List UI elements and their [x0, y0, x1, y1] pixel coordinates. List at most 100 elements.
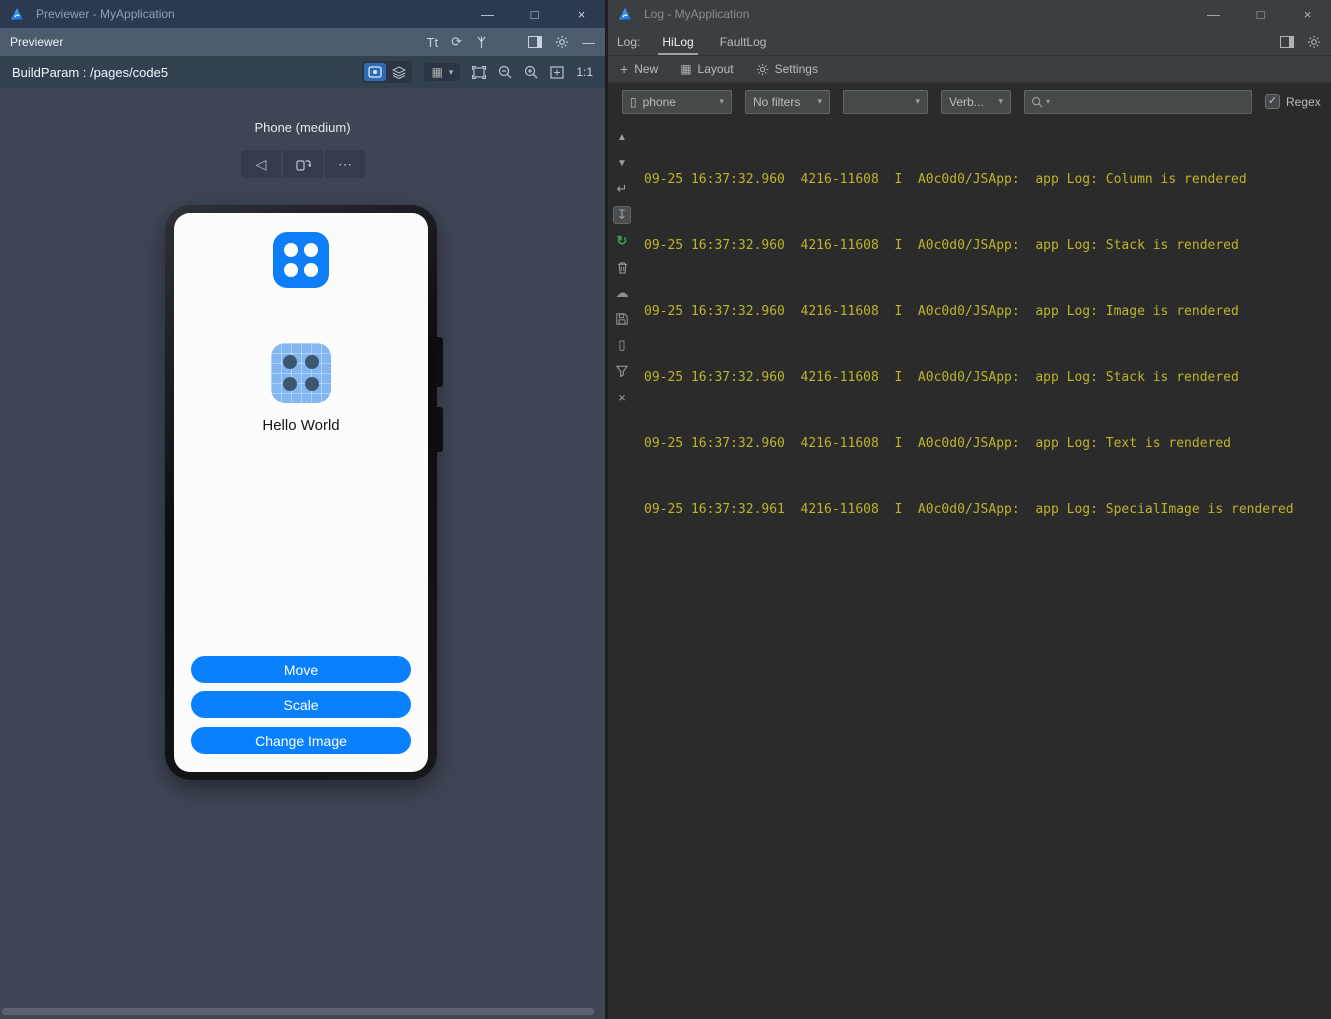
- build-param-label: BuildParam : /pages/code5: [12, 64, 169, 80]
- package-dropdown[interactable]: ▾: [843, 89, 928, 114]
- device-value: phone: [642, 94, 676, 109]
- frame-bounds-icon[interactable]: [472, 65, 487, 79]
- search-history-caret-icon: ▾: [1046, 97, 1051, 106]
- new-label: New: [634, 62, 659, 76]
- tab-previewer[interactable]: Previewer: [10, 35, 63, 49]
- snapshot-button[interactable]: ☁: [613, 284, 631, 302]
- panel-layout-icon[interactable]: [528, 36, 542, 48]
- phone-mockup: Hello World Move Scale Change Image: [165, 205, 437, 780]
- regex-checkbox[interactable]: ✓: [1265, 94, 1280, 109]
- more-icon: ⋯: [338, 155, 352, 172]
- minimize-button[interactable]: —: [1190, 0, 1237, 28]
- fit-to-screen-icon[interactable]: [550, 65, 564, 79]
- grid-icon: ▦: [431, 65, 443, 79]
- device-dropdown[interactable]: ▯ phone ▾: [622, 89, 732, 114]
- window-title: Previewer - MyApplication: [36, 7, 175, 21]
- change-image-button[interactable]: Change Image: [191, 727, 411, 754]
- text-inspect-icon[interactable]: Tt: [427, 35, 439, 50]
- app-icon-light-blue: [271, 343, 331, 403]
- log-window: Log - MyApplication — □ × Log: HiLog Fau…: [608, 0, 1331, 1019]
- preview-toolbar: ▦ ▾ 1:1: [362, 61, 593, 83]
- icon-dot: [283, 377, 297, 391]
- panel-layout-icon[interactable]: [1280, 35, 1294, 48]
- log-console: ▲ ▼ ↵ ↧ ↻ ☁ ▯ × 09-25 16:37:32.960 4216-…: [608, 120, 1331, 1019]
- search-input[interactable]: [1053, 94, 1245, 109]
- scroll-up-button[interactable]: ▲: [613, 128, 631, 146]
- log-titlebar: Log - MyApplication — □ ×: [608, 0, 1331, 28]
- new-button[interactable]: + New: [620, 61, 658, 77]
- grid-options-dropdown[interactable]: ▦ ▾: [424, 63, 461, 81]
- log-level-dropdown[interactable]: Verb... ▾: [941, 89, 1011, 114]
- close-button[interactable]: ×: [1284, 0, 1331, 28]
- trash-icon: [617, 261, 627, 274]
- log-entry: 09-25 16:37:32.960 4216-11608 I A0c0d0/J…: [644, 370, 1239, 385]
- refresh-icon[interactable]: ⟳: [451, 34, 462, 50]
- caret-down-icon: ▾: [719, 96, 724, 106]
- icon-dot: [305, 377, 319, 391]
- minimize-button[interactable]: —: [464, 0, 511, 28]
- log-action-bar: + New ▦ Layout Settings: [608, 56, 1331, 83]
- move-button[interactable]: Move: [191, 656, 411, 683]
- tab-faultlog[interactable]: FaultLog: [716, 28, 771, 55]
- horizontal-scrollbar[interactable]: [2, 1008, 594, 1015]
- zoom-out-icon[interactable]: [498, 65, 512, 79]
- soft-wrap-icon: ↵: [616, 181, 628, 196]
- settings-button[interactable]: Settings: [756, 62, 818, 76]
- view-mode-group: [362, 61, 413, 83]
- device-view-button[interactable]: ▯: [613, 336, 631, 354]
- scroll-down-button[interactable]: ▼: [613, 154, 631, 172]
- scroll-to-end-icon: ↧: [616, 207, 628, 222]
- scale-button[interactable]: Scale: [191, 691, 411, 718]
- hello-world-text: Hello World: [262, 417, 340, 434]
- deveco-logo-icon: [11, 8, 23, 20]
- layers-mode-button[interactable]: [388, 63, 410, 81]
- log-search-field[interactable]: ▾: [1024, 89, 1252, 114]
- hide-panel-icon[interactable]: —: [582, 35, 595, 50]
- previewer-window: Previewer - MyApplication — □ × Previewe…: [0, 0, 605, 1019]
- zoom-ratio-label[interactable]: 1:1: [576, 65, 593, 79]
- rotate-button[interactable]: [283, 150, 323, 178]
- device-controls: ◁ ⋯: [241, 150, 365, 178]
- maximize-button[interactable]: □: [1237, 0, 1284, 28]
- log-sidebar: ▲ ▼ ↵ ↧ ↻ ☁ ▯ ×: [608, 120, 636, 1019]
- log-entry: 09-25 16:37:32.960 4216-11608 I A0c0d0/J…: [644, 304, 1239, 319]
- more-options-button[interactable]: ⋯: [325, 150, 365, 178]
- zoom-in-icon[interactable]: [524, 65, 538, 79]
- regex-toggle[interactable]: ✓ Regex: [1265, 94, 1321, 109]
- check-icon: ✓: [1267, 95, 1278, 107]
- clear-log-button[interactable]: [613, 258, 631, 276]
- filters-dropdown[interactable]: No filters ▾: [745, 89, 830, 114]
- back-button[interactable]: ◁: [241, 150, 281, 178]
- close-button[interactable]: ×: [558, 0, 605, 28]
- icon-dot: [304, 263, 318, 277]
- settings-gear-icon[interactable]: [1307, 35, 1321, 49]
- settings-label: Settings: [774, 62, 818, 76]
- scroll-to-end-button[interactable]: ↧: [613, 206, 631, 224]
- filter-log-button[interactable]: [613, 362, 631, 380]
- preview-mode-button[interactable]: [364, 63, 387, 81]
- close-icon: ×: [1303, 6, 1312, 22]
- previewer-titlebar: Previewer - MyApplication — □ ×: [0, 0, 605, 28]
- caret-down-icon: ▾: [998, 96, 1003, 106]
- previewer-tab-toolbar: Tt ⟳ —: [427, 34, 605, 50]
- up-arrow-icon: ▲: [617, 131, 627, 143]
- restart-icon: ↻: [616, 233, 628, 248]
- layout-button[interactable]: ▦ Layout: [680, 62, 733, 76]
- save-log-button[interactable]: [613, 310, 631, 328]
- restart-logging-button[interactable]: ↻: [613, 232, 631, 250]
- close-panel-button[interactable]: ×: [613, 388, 631, 406]
- tab-hilog[interactable]: HiLog: [658, 28, 697, 55]
- close-icon: ×: [618, 389, 626, 405]
- filters-value: No filters: [753, 94, 801, 109]
- maximize-button[interactable]: □: [511, 0, 558, 28]
- down-arrow-icon: ▼: [617, 157, 627, 169]
- log-entry: 09-25 16:37:32.960 4216-11608 I A0c0d0/J…: [644, 436, 1231, 451]
- touch-inspect-icon[interactable]: [475, 35, 488, 49]
- soft-wrap-button[interactable]: ↵: [613, 180, 631, 198]
- log-label: Log:: [617, 34, 641, 49]
- caret-down-icon: ▾: [817, 96, 822, 106]
- app-icon-blue: [273, 232, 329, 288]
- log-entry: 09-25 16:37:32.960 4216-11608 I A0c0d0/J…: [644, 172, 1247, 187]
- settings-gear-icon[interactable]: [555, 35, 569, 49]
- preview-canvas: Phone (medium) ◁ ⋯ Hello World Move Scal…: [0, 88, 605, 1019]
